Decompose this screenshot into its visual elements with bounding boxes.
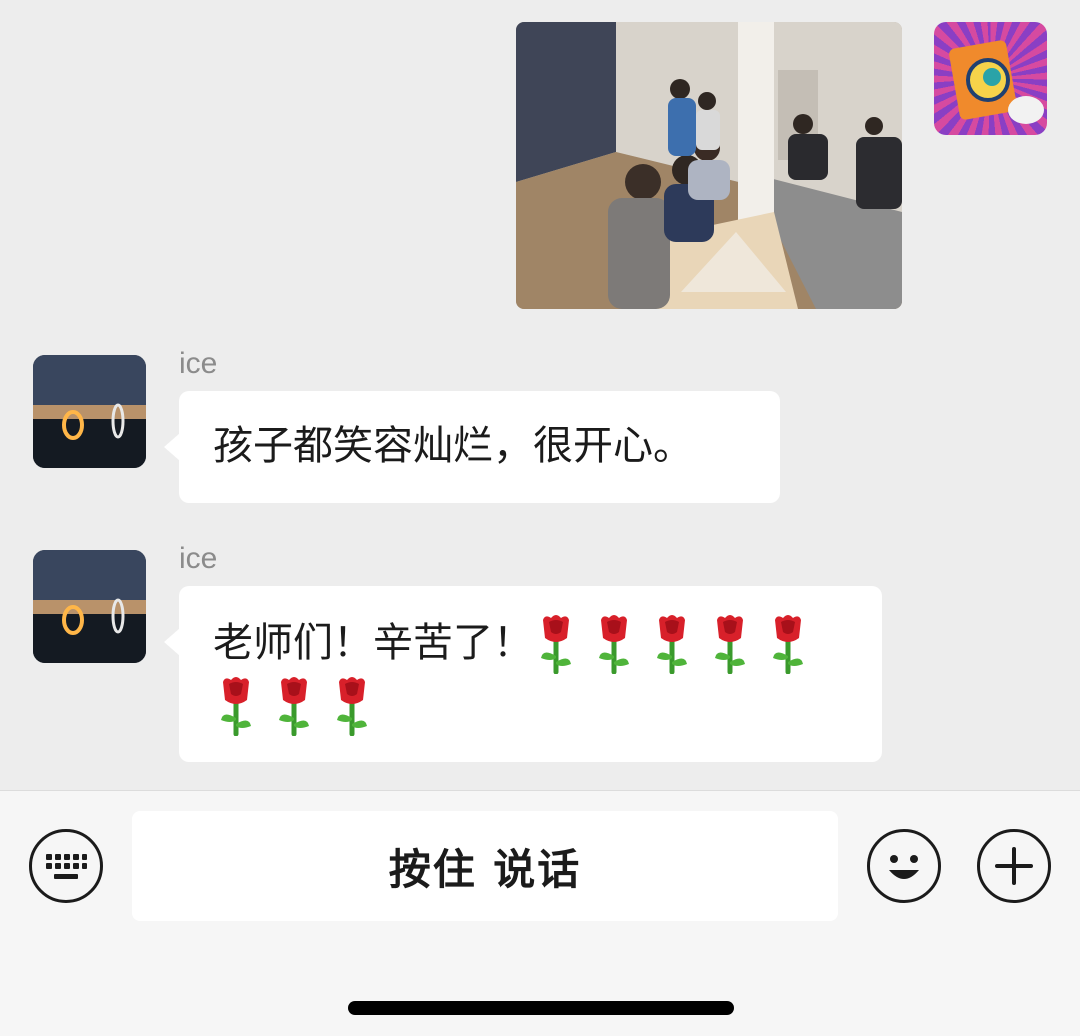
plus-icon[interactable] — [977, 829, 1051, 903]
message-line: 老师们！辛苦了！ — [213, 612, 848, 675]
keyboard-icon[interactable] — [29, 829, 103, 903]
rose-emoji-icon — [649, 612, 695, 675]
emoji-row — [213, 674, 848, 737]
image-message[interactable] — [516, 22, 902, 309]
rose-emoji-icon — [591, 612, 637, 675]
message-list[interactable]: ice 孩子都笑容灿烂，很开心。 ice 老师们！辛苦了！ — [0, 0, 1080, 790]
my-avatar[interactable] — [934, 22, 1047, 135]
sunset-avatar-image — [33, 550, 146, 663]
rose-emoji-icon — [765, 612, 811, 675]
rose-emoji-icon — [707, 612, 753, 675]
book-avatar-image — [949, 40, 1044, 124]
home-indicator — [348, 1001, 734, 1015]
emoji-row — [533, 615, 823, 675]
sender-name: ice — [179, 347, 218, 380]
emoji-icon[interactable] — [867, 829, 941, 903]
rose-emoji-icon — [329, 674, 375, 737]
chat-screen: ice 孩子都笑容灿烂，很开心。 ice 老师们！辛苦了！ 按住 说话 — [0, 0, 1080, 1036]
rose-emoji-icon — [271, 674, 317, 737]
ice-avatar[interactable] — [33, 550, 146, 663]
hold-to-talk-label: 按住 说话 — [388, 844, 582, 894]
hold-to-talk-button[interactable]: 按住 说话 — [132, 811, 838, 921]
rose-emoji-icon — [533, 612, 579, 675]
message-text: 老师们！辛苦了！ — [213, 620, 533, 666]
message-bubble[interactable]: 孩子都笑容灿烂，很开心。 — [164, 391, 780, 503]
ice-avatar[interactable] — [33, 355, 146, 468]
rose-emoji-icon — [213, 674, 259, 737]
input-bar: 按住 说话 — [0, 790, 1080, 1036]
message-bubble[interactable]: 老师们！辛苦了！ — [164, 586, 882, 762]
sunset-avatar-image — [33, 355, 146, 468]
message-text: 孩子都笑容灿烂，很开心。 — [213, 423, 693, 469]
sender-name: ice — [179, 542, 218, 575]
classroom-photo — [516, 22, 902, 309]
